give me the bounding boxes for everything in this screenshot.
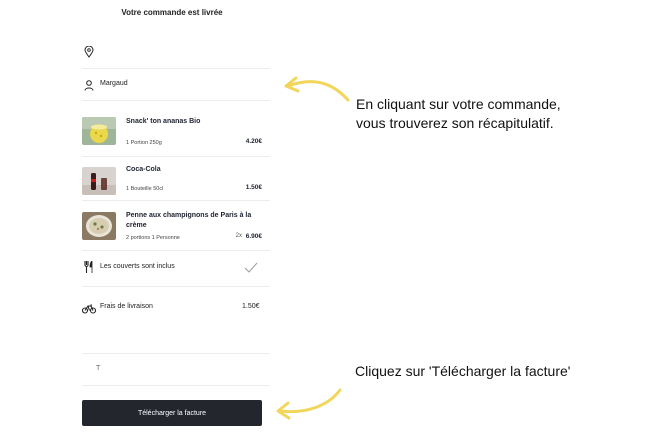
item-quantity: 2 portions 1 Personne — [126, 235, 180, 241]
partial-label: T — [96, 365, 101, 372]
item-quantity: 1 Bouteille 50cl — [126, 186, 164, 192]
page-title: Votre commande est livrée — [121, 8, 223, 17]
cutlery-row[interactable]: Les couverts sont inclus — [82, 251, 270, 287]
delivery-fee-row: Frais de livraison 1.50€ — [81, 287, 270, 354]
item-price: 4.20€ — [245, 138, 262, 145]
delivery-price: 1.50€ — [242, 303, 260, 310]
partial-row: T — [82, 354, 270, 386]
arrow-icon — [284, 76, 350, 102]
cutlery-text: Les couverts sont inclus — [100, 263, 175, 270]
order-panel: Votre commande est livrée Margaud Snack'… — [72, 0, 270, 444]
checkmark-icon — [244, 260, 258, 278]
location-row[interactable] — [82, 34, 270, 69]
bike-icon — [81, 301, 97, 319]
pineapple-snack-image — [82, 117, 116, 145]
arrow-icon — [276, 388, 342, 420]
item-price: 6.90€ — [245, 233, 262, 240]
order-item[interactable]: Snack' ton ananas Bio 1 Portion 250g 4.2… — [82, 108, 270, 157]
item-name: Penne aux champignons de Paris à la crèm… — [126, 212, 252, 229]
item-name: Coca-Cola — [126, 166, 161, 173]
item-multiplier: 2x — [235, 233, 242, 239]
customer-name: Margaud — [100, 80, 128, 87]
penne-image — [82, 212, 116, 240]
annotation-order-summary: En cliquant sur votre commande, vous tro… — [356, 95, 561, 133]
annotation-download: Cliquez sur 'Télécharger la facture' — [355, 363, 571, 379]
item-quantity: 1 Portion 250g — [126, 140, 162, 146]
delivery-label: Frais de livraison — [100, 303, 153, 310]
customer-row[interactable]: Margaud — [82, 69, 270, 101]
order-item[interactable]: Coca-Cola 1 Bouteille 50cl 1.50€ — [82, 157, 270, 201]
download-invoice-button[interactable]: Télécharger la facture — [82, 400, 262, 426]
location-pin-icon — [84, 45, 94, 63]
item-price: 1.50€ — [245, 184, 262, 191]
order-item[interactable]: Penne aux champignons de Paris à la crèm… — [82, 201, 270, 251]
coca-cola-image — [82, 167, 116, 195]
cutlery-icon — [84, 260, 94, 278]
user-icon — [84, 78, 94, 96]
annotation-line: vous trouverez son récapitulatif. — [356, 115, 554, 131]
item-name: Snack' ton ananas Bio — [126, 118, 201, 125]
annotation-line: En cliquant sur votre commande, — [356, 96, 561, 112]
